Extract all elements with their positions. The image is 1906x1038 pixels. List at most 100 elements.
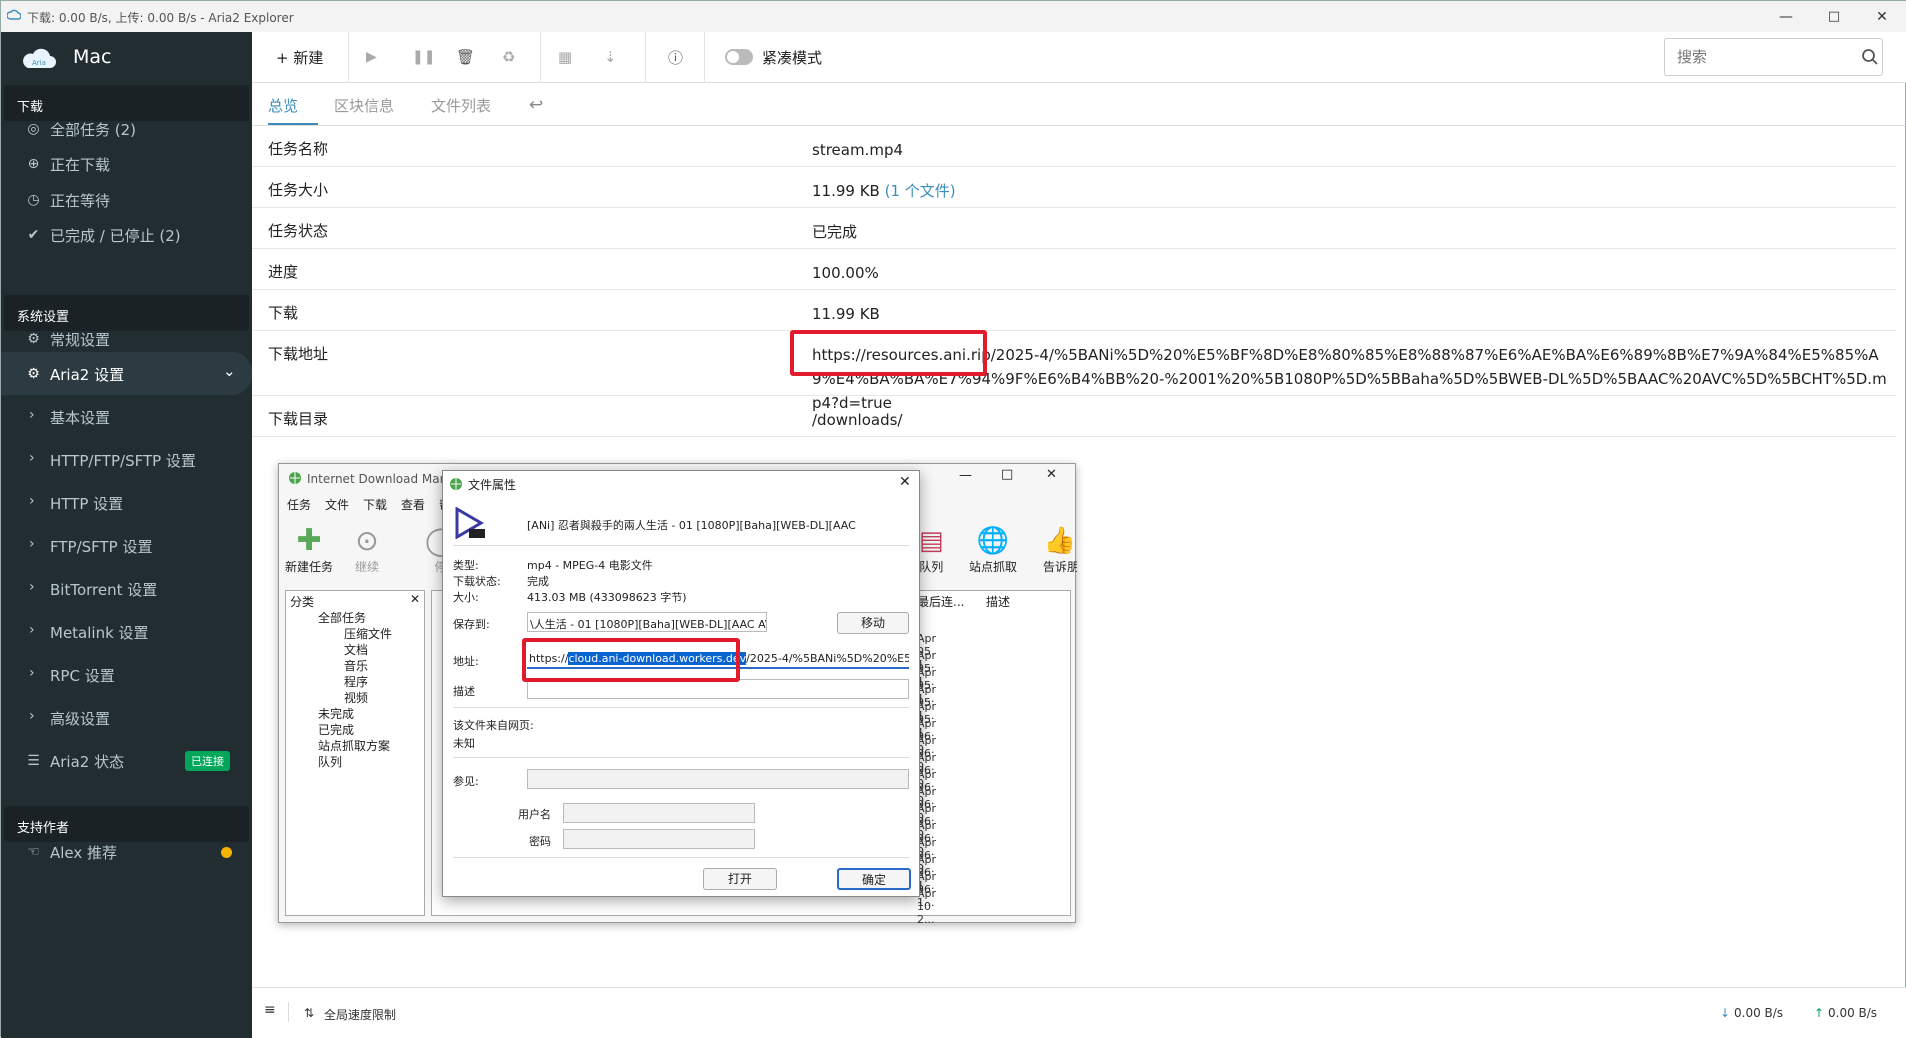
aria-cloud-icon: Aria (23, 48, 57, 68)
close-button[interactable]: ✕ (1858, 1, 1906, 32)
tree-item-programs[interactable]: 程序 (344, 673, 368, 690)
status-label: 下载状态: (453, 575, 501, 588)
maximize-button[interactable]: □ (1810, 1, 1858, 32)
idm-grabber-button[interactable]: 🌐 站点抓取 (969, 524, 1017, 575)
sidebar-item-advanced[interactable]: › 高级设置 (1, 696, 252, 739)
idm-queue-button[interactable]: ▤ 队列 (919, 524, 944, 575)
sidebar-item-http-ftp-sftp[interactable]: › HTTP/FTP/SFTP 设置 (1, 438, 252, 481)
tree-item-all[interactable]: 全部任务 (318, 609, 366, 626)
sidebar-item-metalink[interactable]: › Metalink 设置 (1, 610, 252, 653)
chevron-right-icon: › (29, 579, 35, 595)
chevron-right-icon: › (29, 493, 35, 509)
idm-maximize[interactable]: □ (1001, 467, 1013, 482)
username-field[interactable] (563, 803, 755, 823)
detail-row-size: 任务大小 11.99 KB (1 个文件) (252, 167, 1896, 208)
detail-value: stream.mp4 (812, 141, 904, 159)
app-logo[interactable]: Aria Mac (1, 32, 252, 84)
menu-icon[interactable]: ≡ (264, 1002, 276, 1018)
search-input[interactable] (1664, 38, 1883, 76)
idm-close[interactable]: ✕ (1046, 467, 1057, 482)
minimize-button[interactable]: — (1762, 1, 1810, 32)
pause-icon[interactable]: ❚❚ (412, 43, 435, 71)
tree-item-compressed[interactable]: 压缩文件 (344, 625, 392, 642)
tree-item-documents[interactable]: 文档 (344, 641, 368, 658)
detail-key: 任务状态 (268, 222, 329, 240)
idm-menu: 任务 文件 下载 查看 帮 (287, 496, 451, 513)
sidebar-item-aria2-settings[interactable]: ⚙ Aria2 设置 ⌄ (1, 352, 252, 395)
back-arrow-icon[interactable]: ↩ (529, 95, 543, 125)
detail-key: 下载地址 (268, 345, 329, 363)
sort-icon[interactable]: ⇣ (604, 43, 617, 71)
ok-button[interactable]: 确定 (837, 868, 911, 890)
move-button[interactable]: 移动 (837, 612, 909, 634)
detail-key: 任务大小 (268, 181, 329, 199)
app-cloud-icon (7, 9, 21, 20)
play-icon[interactable]: ▶ (366, 43, 377, 71)
tree-item-grabber[interactable]: 站点抓取方案 (318, 737, 390, 754)
server-icon: ☰ (27, 752, 40, 769)
idm-resume-button[interactable]: ⊙ 继续 (355, 524, 379, 575)
tab-files[interactable]: 文件列表 (431, 95, 491, 125)
idm-menu-item[interactable]: 任务 (287, 496, 311, 513)
speed-limit-icon[interactable]: ⇅ (304, 1006, 314, 1020)
app-window: 下载: 0.00 B/s, 上传: 0.00 B/s - Aria2 Explo… (0, 0, 1906, 1038)
help-icon[interactable]: ⓘ (668, 43, 683, 71)
sidebar-item-recommend[interactable]: ☜ Alex 推荐 (1, 830, 252, 873)
sidebar-item-label: BitTorrent 设置 (50, 581, 158, 599)
sidebar-item-http[interactable]: › HTTP 设置 (1, 481, 252, 524)
detail-row-status: 任务状态 已完成 (252, 208, 1896, 249)
source-page-label: 该文件来自网页: (453, 719, 534, 732)
idm-new-task-button[interactable]: ✚ 新建任务 (285, 524, 333, 575)
detail-value: 11.99 KB (812, 305, 880, 323)
divider (453, 707, 909, 708)
footer-divider (288, 1002, 289, 1022)
open-button[interactable]: 打开 (703, 868, 777, 890)
tree-item-music[interactable]: 音乐 (344, 657, 368, 674)
save-label: 保存到: (453, 618, 490, 631)
close-icon[interactable]: ✕ (410, 592, 420, 606)
grid-icon[interactable]: ▦ (558, 43, 572, 71)
file-count-link[interactable]: (1 个文件) (885, 182, 956, 200)
sidebar-item-rpc[interactable]: › RPC 设置 (1, 653, 252, 696)
sidebar-item-label: Aria2 设置 (50, 366, 125, 384)
tab-blocks[interactable]: 区块信息 (334, 95, 394, 125)
toolbar: + 新建 ▶ ❚❚ 🗑 ♻ ▦ ⇣ ⓘ 紧凑模式 (252, 32, 1906, 83)
idm-button-label: 告诉朋 (1043, 560, 1077, 574)
tree-item-queues[interactable]: 队列 (318, 753, 342, 770)
sidebar-item-basic[interactable]: › 基本设置 (1, 395, 252, 438)
idm-button-label: 新建任务 (285, 560, 334, 574)
sidebar-item-label: 正在等待 (50, 192, 111, 210)
download-circle-icon: ⊕ (27, 155, 40, 172)
sidebar-item-finished[interactable]: ✔ 已完成 / 已停止 (2) (1, 213, 252, 256)
detail-key: 进度 (268, 263, 299, 281)
idm-menu-item[interactable]: 文件 (325, 496, 349, 513)
thumb-icon: 👍 (1043, 526, 1077, 556)
queue-icon: ▤ (919, 526, 944, 556)
tree-item-video[interactable]: 视频 (344, 689, 368, 706)
sidebar-item-ftp-sftp[interactable]: › FTP/SFTP 设置 (1, 524, 252, 567)
idm-menu-item[interactable]: 下载 (363, 496, 387, 513)
referer-field[interactable] (527, 769, 909, 789)
sidebar-item-bittorrent[interactable]: › BitTorrent 设置 (1, 567, 252, 610)
retry-icon[interactable]: ♻ (502, 43, 515, 71)
notification-dot (221, 847, 232, 858)
idm-menu-item[interactable]: 查看 (401, 496, 425, 513)
description-field[interactable] (527, 679, 909, 699)
idm-tell-friend-button[interactable]: 👍 告诉朋 (1043, 524, 1077, 575)
compact-mode-toggle[interactable] (725, 49, 753, 65)
password-field[interactable] (563, 829, 755, 849)
tab-overview[interactable]: 总览 (268, 95, 318, 125)
idm-minimize[interactable]: — (959, 468, 972, 483)
type-value: mp4 - MPEG-4 电影文件 (527, 559, 653, 572)
tree-item-finished[interactable]: 已完成 (318, 721, 354, 738)
globe-icon: 🌐 (976, 526, 1010, 556)
save-path-field[interactable]: \人生活 - 01 [1080P][Baha][WEB-DL][AAC AVC]… (527, 612, 767, 632)
trash-icon[interactable]: 🗑 (456, 43, 475, 71)
sidebar-item-aria2-status[interactable]: ☰ Aria2 状态 已连接 (1, 739, 252, 782)
new-task-button[interactable]: + 新建 (276, 43, 323, 71)
speed-limit-button[interactable]: 全局速度限制 (324, 1006, 396, 1023)
tree-item-unfinished[interactable]: 未完成 (318, 705, 354, 722)
search-icon[interactable] (1861, 48, 1879, 66)
app-name: Mac (73, 46, 112, 68)
dialog-close-button[interactable]: ✕ (899, 474, 911, 490)
